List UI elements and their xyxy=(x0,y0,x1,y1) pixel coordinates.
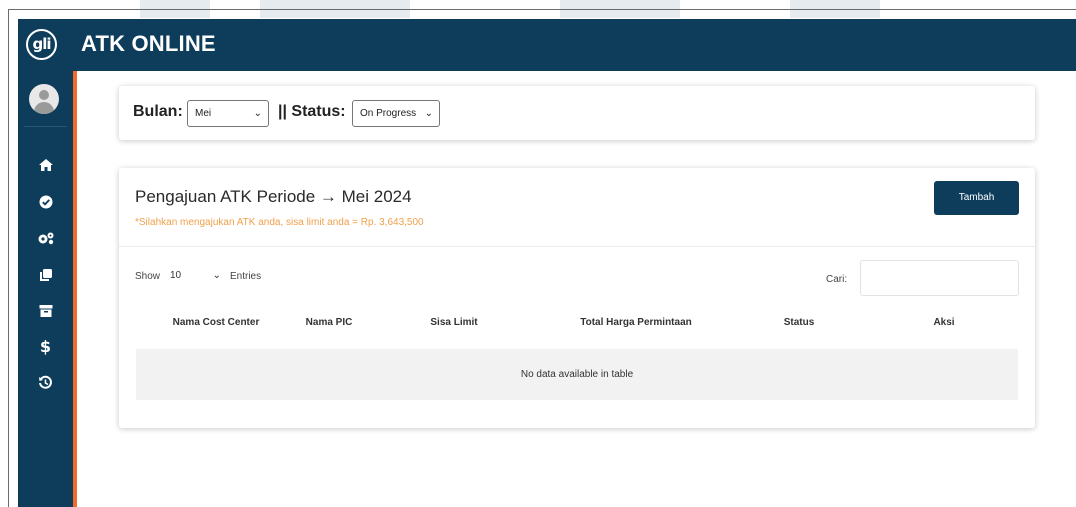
status-select-value: On Progress xyxy=(360,108,417,119)
search-input[interactable] xyxy=(860,260,1019,296)
top-navbar: gli ATK ONLINE xyxy=(18,19,1076,71)
sidebar-divider xyxy=(24,126,67,127)
dollar-icon[interactable]: $ xyxy=(18,336,73,358)
cogs-icon[interactable] xyxy=(18,227,73,249)
column-header-total-harga[interactable]: Total Harga Permintaan xyxy=(559,317,713,328)
user-avatar[interactable] xyxy=(29,84,59,114)
page-title: Pengajuan ATK Periode → Mei 2024 xyxy=(135,187,412,206)
column-header-cost-center[interactable]: Nama Cost Center xyxy=(161,317,271,328)
chevron-down-icon: ⌄ xyxy=(424,108,433,119)
chevron-down-icon: ⌄ xyxy=(253,108,262,119)
status-select[interactable]: On Progress ⌄ xyxy=(352,100,440,127)
sidebar: $ xyxy=(18,71,73,507)
archive-icon[interactable] xyxy=(18,300,73,322)
filter-card: Bulan: Mei ⌄ || Status: On Progress ⌄ xyxy=(119,86,1035,140)
app-title: ATK ONLINE xyxy=(81,31,216,56)
home-icon[interactable] xyxy=(18,154,73,176)
status-label: || Status: xyxy=(278,103,346,120)
pengajuan-card: Pengajuan ATK Periode → Mei 2024 *Silahk… xyxy=(119,168,1035,428)
check-circle-icon[interactable] xyxy=(18,191,73,213)
limit-notice: *Silahkan mengajukan ATK anda, sisa limi… xyxy=(135,217,424,228)
bulan-select[interactable]: Mei ⌄ xyxy=(187,100,269,127)
frame-border-top xyxy=(8,9,1076,10)
bulan-select-value: Mei xyxy=(195,108,212,119)
avatar-head-shape xyxy=(39,90,49,100)
entries-label: Entries xyxy=(230,271,262,282)
column-header-pic[interactable]: Nama PIC xyxy=(284,317,374,328)
avatar-body-shape xyxy=(34,102,54,114)
gli-logo[interactable]: gli xyxy=(26,29,57,60)
show-label: Show xyxy=(135,271,161,282)
app-window: gli ATK ONLINE $ Bulan: Mei ⌄ || Status:… xyxy=(0,0,1076,507)
column-header-sisa-limit[interactable]: Sisa Limit xyxy=(409,317,499,328)
frame-border-left xyxy=(8,9,9,507)
search-label: Cari: xyxy=(826,274,848,285)
entries-select[interactable]: 10 ⌄ xyxy=(165,264,225,288)
sidebar-accent-bar xyxy=(73,71,77,507)
column-header-status[interactable]: Status xyxy=(759,317,839,328)
clone-icon[interactable] xyxy=(18,264,73,286)
entries-select-value: 10 xyxy=(170,270,182,281)
tambah-button[interactable]: Tambah xyxy=(934,181,1019,215)
chevron-down-icon: ⌄ xyxy=(212,270,221,281)
history-icon[interactable] xyxy=(18,372,73,394)
bulan-label: Bulan: xyxy=(133,103,183,120)
column-header-aksi[interactable]: Aksi xyxy=(909,317,979,328)
table-empty-row: No data available in table xyxy=(136,349,1018,400)
card-divider xyxy=(119,246,1035,247)
